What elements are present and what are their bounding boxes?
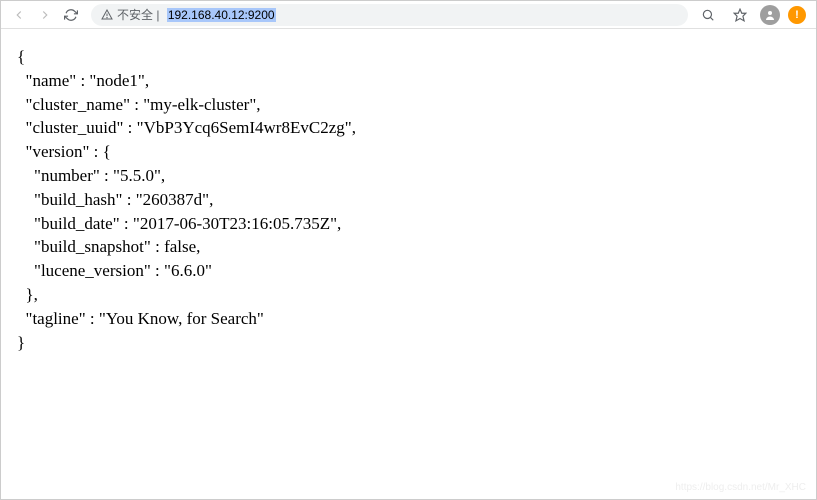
- json-build-date: 2017-06-30T23:16:05.735Z: [140, 214, 330, 233]
- forward-icon[interactable]: [33, 3, 57, 27]
- json-build-hash: 260387d: [143, 190, 203, 209]
- json-version-number: 5.5.0: [120, 166, 154, 185]
- json-build-snapshot: false: [164, 237, 196, 256]
- avatar-icon[interactable]: [760, 5, 780, 25]
- watermark: https://blog.csdn.net/Mr_XHC: [675, 482, 806, 493]
- back-icon[interactable]: [7, 3, 31, 27]
- json-cluster-name: my-elk-cluster: [150, 95, 249, 114]
- star-icon[interactable]: [728, 3, 752, 27]
- browser-toolbar: 不安全 | 192.168.40.12:9200 !: [1, 1, 816, 29]
- json-tagline: You Know, for Search: [106, 309, 257, 328]
- json-lucene-version: 6.6.0: [171, 261, 205, 280]
- address-bar[interactable]: 不安全 | 192.168.40.12:9200: [91, 4, 688, 26]
- zoom-icon[interactable]: [696, 3, 720, 27]
- notification-badge[interactable]: !: [788, 6, 806, 24]
- json-name: node1: [96, 71, 138, 90]
- toolbar-right: !: [696, 3, 810, 27]
- security-label: 不安全: [117, 6, 153, 23]
- reload-icon[interactable]: [59, 3, 83, 27]
- json-response: { "name" : "node1", "cluster_name" : "my…: [1, 29, 816, 370]
- warning-icon: [101, 9, 113, 21]
- url-text: 192.168.40.12:9200: [167, 8, 276, 22]
- separator: |: [153, 8, 163, 22]
- json-cluster-uuid: VbP3Ycq6SemI4wr8EvC2zg: [144, 118, 345, 137]
